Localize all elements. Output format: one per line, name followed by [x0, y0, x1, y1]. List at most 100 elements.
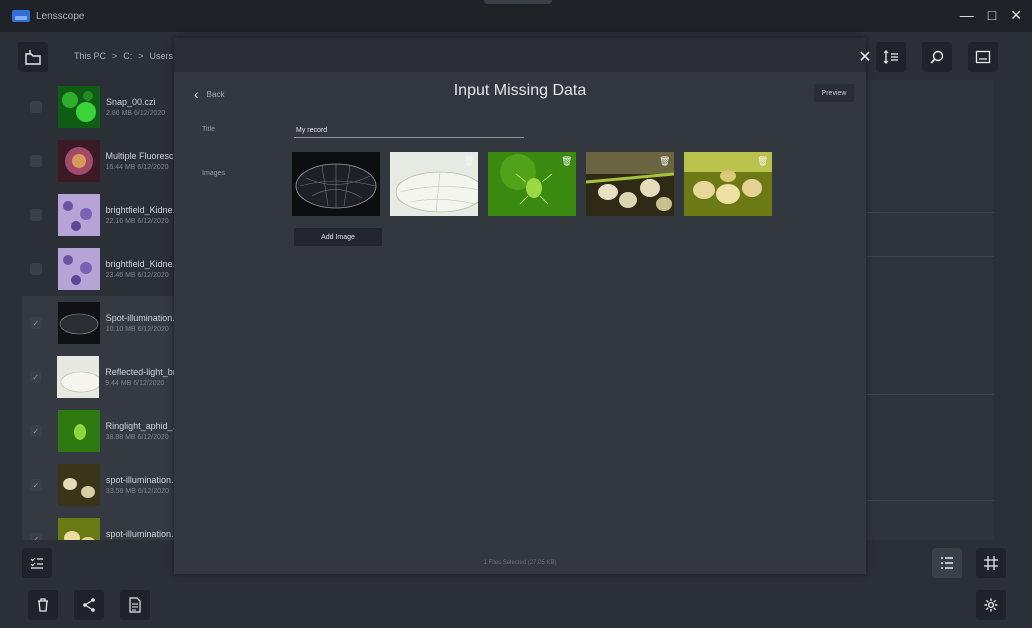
delete-image-icon[interactable]: 🗑 [561, 155, 572, 167]
delete-image-icon[interactable]: 🗑 [659, 155, 670, 167]
file-checkbox[interactable]: ✓ [30, 425, 42, 437]
file-row[interactable]: Multiple Fluoresc... 16.44 MB 6/12/2020 [22, 134, 178, 188]
folder-icon [25, 50, 41, 65]
divider [864, 256, 994, 257]
app-title: Lensscope [36, 10, 85, 22]
file-list: Snap_00.czi 2.86 MB 6/12/2020 Multiple Flu… [22, 80, 178, 540]
file-row[interactable]: brightfield_Kidne... 22.16 MB 6/12/2020 [22, 188, 178, 242]
delete-button[interactable] [28, 590, 58, 620]
file-size: 16.44 MB 6/12/2020 [105, 164, 169, 171]
input-missing-data-dialog: ✕ ‹ Back Input Missing Data Preview Titl… [174, 38, 872, 574]
settings-button[interactable] [976, 590, 1006, 620]
sort-icon [883, 50, 898, 64]
file-thumbnail [57, 518, 100, 540]
window-controls: — □ ✕ [960, 7, 1022, 24]
wing-image [292, 152, 380, 216]
file-thumbnail [57, 410, 100, 452]
breadcrumb-this-pc[interactable]: This PC [74, 51, 106, 61]
list-view-icon [941, 557, 953, 569]
file-thumbnail [57, 356, 100, 398]
close-dialog-button[interactable]: ✕ [854, 46, 876, 68]
checklist-icon [30, 557, 43, 569]
file-checkbox[interactable]: ✓ [30, 479, 42, 491]
file-thumbnail [57, 140, 100, 182]
maximize-button[interactable]: □ [988, 7, 996, 24]
file-checkbox[interactable] [30, 101, 42, 113]
file-checkbox[interactable] [30, 209, 42, 221]
file-size: 38.88 MB 6/12/2020 [105, 434, 169, 441]
minimize-button[interactable]: — [960, 7, 974, 24]
file-checkbox[interactable]: ✓ [30, 533, 42, 540]
dialog-header-bar [174, 38, 866, 72]
add-image-button[interactable]: Add Image [294, 228, 382, 246]
file-name: Spot-illumination... [105, 313, 178, 323]
trash-icon [38, 598, 48, 612]
app-logo-icon [12, 10, 30, 22]
file-name: Reflected-light_br... [105, 367, 178, 377]
preview-button[interactable]: Preview [814, 84, 854, 102]
file-size: 22.16 MB 6/12/2020 [105, 218, 169, 225]
file-name: Multiple Fluoresc... [105, 151, 178, 161]
file-row[interactable]: ✓ spot-illumination...23.60 MB 6/12/2020 [22, 512, 178, 540]
file-row[interactable]: ✓ Ringlight_aphid_... 38.88 MB 6/12/2020 [22, 404, 178, 458]
file-row[interactable]: ✓ spot-illumination... 33.58 MB 6/12/2020 [22, 458, 178, 512]
title-field-label: Title [202, 126, 215, 133]
file-checkbox[interactable]: ✓ [30, 317, 42, 329]
share-button[interactable] [74, 590, 104, 620]
open-folder-button[interactable] [18, 42, 48, 72]
image-tile[interactable] [292, 152, 380, 216]
document-icon [129, 597, 141, 613]
image-tile[interactable]: 🗑 [488, 152, 576, 216]
select-all-button[interactable] [22, 548, 52, 578]
image-search-icon [930, 50, 944, 64]
dialog-title: Input Missing Data [453, 82, 587, 99]
gallery-button[interactable] [968, 42, 998, 72]
file-thumbnail [57, 194, 100, 236]
delete-image-icon[interactable]: 🗑 [463, 155, 474, 167]
close-window-button[interactable]: ✕ [1010, 7, 1022, 24]
file-checkbox[interactable] [30, 263, 42, 275]
file-size: 33.58 MB 6/12/2020 [105, 488, 169, 495]
file-meta: brightfield_Kidne... 22.16 MB 6/12/2020 [106, 205, 178, 225]
file-thumbnail [57, 248, 100, 290]
title-input[interactable]: My record [294, 124, 524, 138]
breadcrumb-separator: > [138, 51, 144, 61]
gallery-icon [975, 50, 991, 64]
file-size: 2.86 MB 6/12/2020 [106, 110, 166, 117]
file-name: brightfield_Kidne... [105, 259, 178, 269]
report-button[interactable] [120, 590, 150, 620]
file-meta: spot-illumination... 33.58 MB 6/12/2020 [106, 475, 178, 495]
delete-image-icon[interactable]: 🗑 [757, 155, 768, 167]
file-row[interactable]: ✓ Reflected-light_br... 9.44 MB 6/12/2020 [22, 350, 178, 404]
sort-button[interactable] [876, 42, 906, 72]
file-checkbox[interactable]: ✓ [30, 371, 42, 383]
list-view-button[interactable] [932, 548, 962, 578]
grid-icon [984, 556, 998, 570]
breadcrumb-separator: > [112, 51, 118, 61]
file-meta: spot-illumination...23.60 MB 6/12/2020 [106, 529, 178, 540]
image-tile[interactable]: 🗑 [390, 152, 478, 216]
file-name: spot-illumination... [105, 529, 178, 539]
file-row[interactable]: ✓ Spot-illumination... 10.10 MB 6/12/2020 [22, 296, 178, 350]
grid-view-button[interactable] [976, 548, 1006, 578]
image-tile[interactable]: 🗑 [586, 152, 674, 216]
file-row[interactable]: Snap_00.czi 2.86 MB 6/12/2020 [22, 80, 178, 134]
breadcrumb-users[interactable]: Users [150, 51, 174, 61]
bottom-toolbar [0, 546, 1032, 586]
file-name: brightfield_Kidne... [105, 205, 178, 215]
file-checkbox[interactable] [30, 155, 42, 167]
share-icon [83, 598, 95, 612]
file-row[interactable]: brightfield_Kidne... 23.46 MB 6/12/2020 [22, 242, 178, 296]
file-meta: brightfield_Kidne... 23.46 MB 6/12/2020 [106, 259, 178, 279]
close-icon: ✕ [858, 49, 872, 66]
search-images-button[interactable] [922, 42, 952, 72]
file-name: spot-illumination... [105, 475, 178, 485]
file-thumbnail [57, 302, 100, 344]
file-size: 9.44 MB 6/12/2020 [105, 380, 165, 387]
file-thumbnail [57, 464, 100, 506]
file-size: 10.10 MB 6/12/2020 [105, 326, 169, 333]
drag-handle[interactable] [484, 0, 552, 4]
divider [864, 212, 994, 213]
image-tile[interactable]: 🗑 [684, 152, 772, 216]
breadcrumb-drive[interactable]: C: [123, 51, 132, 61]
